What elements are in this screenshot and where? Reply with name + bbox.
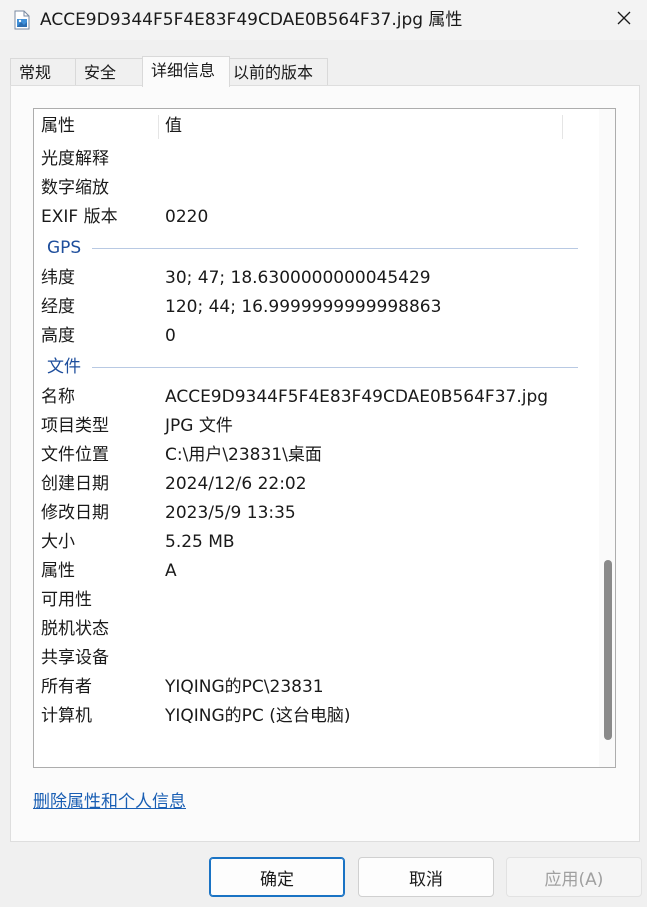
table-row[interactable]: 经度 120; 44; 16.9999999999998863 <box>34 293 599 322</box>
title-bar: ACCE9D9344F5F4E83F49CDAE0B564F37.jpg 属性 <box>0 0 647 40</box>
property-name: 项目类型 <box>41 416 109 436</box>
property-name: 光度解释 <box>41 149 109 169</box>
header-property[interactable]: 属性 <box>41 109 75 143</box>
apply-button[interactable]: 应用(A) <box>506 857 642 897</box>
property-name: 数字缩放 <box>41 178 109 198</box>
tab-security[interactable]: 安全 <box>75 58 143 86</box>
property-name: 文件位置 <box>41 445 109 465</box>
property-name: 修改日期 <box>41 503 109 523</box>
property-name: 纬度 <box>41 268 75 288</box>
close-icon <box>616 10 632 30</box>
property-value: 30; 47; 18.6300000000045429 <box>165 268 431 288</box>
property-value: 120; 44; 16.9999999999998863 <box>165 297 442 317</box>
property-value: YIQING的PC\23831 <box>165 677 324 697</box>
property-value: 0 <box>165 326 176 346</box>
table-row[interactable]: 共享设备 <box>34 644 599 673</box>
property-value: ACCE9D9344F5F4E83F49CDAE0B564F37.jpg <box>165 387 549 407</box>
image-file-icon <box>14 10 30 30</box>
group-divider <box>92 248 578 249</box>
table-row[interactable]: 项目类型 JPG 文件 <box>34 412 599 441</box>
property-value: 5.25 MB <box>165 532 235 552</box>
table-row[interactable]: 创建日期 2024/12/6 22:02 <box>34 470 599 499</box>
table-row[interactable]: 属性 A <box>34 557 599 586</box>
column-header: 属性 值 <box>34 109 599 143</box>
property-name: 创建日期 <box>41 474 109 494</box>
table-row[interactable]: 修改日期 2023/5/9 13:35 <box>34 499 599 528</box>
group-header-gps: GPS <box>34 232 599 264</box>
property-name: 属性 <box>41 561 75 581</box>
property-name: EXIF 版本 <box>41 207 118 227</box>
table-row[interactable]: 光度解释 <box>34 145 599 174</box>
column-divider[interactable] <box>158 115 159 139</box>
property-value: 0220 <box>165 207 209 227</box>
tab-general[interactable]: 常规 <box>10 58 76 86</box>
group-header-file: 文件 <box>34 351 599 383</box>
property-name: 脱机状态 <box>41 619 109 639</box>
table-row[interactable]: 脱机状态 <box>34 615 599 644</box>
property-value: YIQING的PC (这台电脑) <box>165 706 351 726</box>
group-title: GPS <box>47 238 82 258</box>
property-name: 名称 <box>41 387 75 407</box>
property-name: 可用性 <box>41 590 92 610</box>
property-name: 共享设备 <box>41 648 109 668</box>
property-name: 经度 <box>41 297 75 317</box>
table-row[interactable]: 大小 5.25 MB <box>34 528 599 557</box>
properties-list[interactable]: 属性 值 光度解释 数字缩放 EXIF 版本 0220 GPS 纬度 30; 4… <box>33 108 616 768</box>
tab-previous-versions[interactable]: 以前的版本 <box>228 58 328 86</box>
remove-properties-link[interactable]: 删除属性和个人信息 <box>33 790 186 814</box>
group-divider <box>92 367 578 368</box>
close-button[interactable] <box>601 0 647 40</box>
property-value: 2023/5/9 13:35 <box>165 503 296 523</box>
vertical-scrollbar[interactable] <box>599 109 615 767</box>
tab-strip: 常规 安全 详细信息 以前的版本 <box>10 56 640 87</box>
table-row[interactable]: 所有者 YIQING的PC\23831 <box>34 673 599 702</box>
property-rows: 光度解释 数字缩放 EXIF 版本 0220 GPS 纬度 30; 47; 18… <box>34 145 599 731</box>
table-row[interactable]: 文件位置 C:\用户\23831\桌面 <box>34 441 599 470</box>
table-row[interactable]: EXIF 版本 0220 <box>34 203 599 232</box>
property-value: C:\用户\23831\桌面 <box>165 445 322 465</box>
scrollbar-thumb[interactable] <box>604 560 612 740</box>
header-value[interactable]: 值 <box>165 109 182 143</box>
property-name: 高度 <box>41 326 75 346</box>
ok-button[interactable]: 确定 <box>209 857 345 897</box>
property-name: 计算机 <box>41 706 92 726</box>
table-row[interactable]: 可用性 <box>34 586 599 615</box>
property-name: 大小 <box>41 532 75 552</box>
property-value: A <box>165 561 177 581</box>
window-title: ACCE9D9344F5F4E83F49CDAE0B564F37.jpg 属性 <box>40 10 463 30</box>
property-value: JPG 文件 <box>165 416 233 436</box>
cancel-button[interactable]: 取消 <box>358 857 494 897</box>
column-divider[interactable] <box>562 115 563 139</box>
table-row[interactable]: 高度 0 <box>34 322 599 351</box>
group-title: 文件 <box>47 357 81 377</box>
property-value: 2024/12/6 22:02 <box>165 474 307 494</box>
table-row[interactable]: 名称 ACCE9D9344F5F4E83F49CDAE0B564F37.jpg <box>34 383 599 412</box>
table-row[interactable]: 计算机 YIQING的PC (这台电脑) <box>34 702 599 731</box>
table-row[interactable]: 数字缩放 <box>34 174 599 203</box>
table-row[interactable]: 纬度 30; 47; 18.6300000000045429 <box>34 264 599 293</box>
tab-details[interactable]: 详细信息 <box>142 56 230 87</box>
property-name: 所有者 <box>41 677 92 697</box>
